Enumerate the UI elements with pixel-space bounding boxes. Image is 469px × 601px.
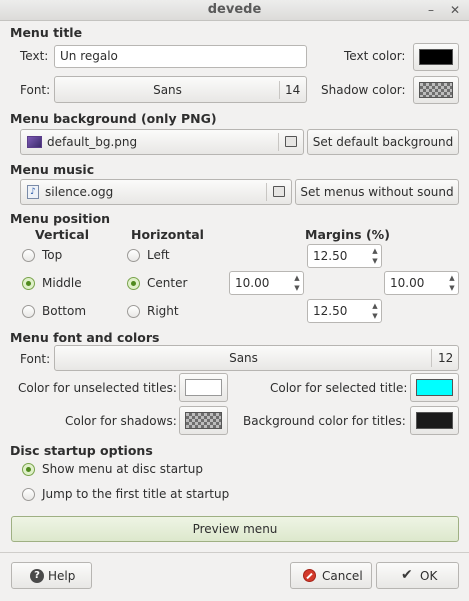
music-file-name: silence.ogg bbox=[45, 185, 114, 199]
menu-title-text-input[interactable]: Un regalo bbox=[54, 45, 307, 68]
set-default-background-button[interactable]: Set default background bbox=[307, 129, 459, 155]
chooser-divider bbox=[266, 183, 267, 201]
audio-file-icon: ♪ bbox=[27, 185, 39, 199]
menu-title-font-button[interactable]: Sans 14 bbox=[54, 76, 307, 103]
window-title: devede bbox=[207, 2, 262, 17]
font-divider bbox=[279, 81, 280, 99]
horizontal-left-label: Left bbox=[147, 248, 170, 262]
radio-show-menu[interactable] bbox=[22, 463, 35, 476]
shadows-color-swatch bbox=[185, 412, 222, 429]
music-file-chooser[interactable]: ♪ silence.ogg bbox=[20, 179, 292, 205]
image-file-icon bbox=[27, 136, 42, 148]
minimize-icon[interactable]: – bbox=[423, 2, 439, 18]
bg-titles-color-label: Background color for titles: bbox=[243, 414, 406, 428]
menu-background-header: Menu background (only PNG) bbox=[10, 111, 217, 126]
cancel-button[interactable]: Cancel bbox=[290, 562, 372, 589]
margin-top-value: 12.50 bbox=[313, 249, 348, 263]
cancel-label: Cancel bbox=[322, 569, 363, 583]
radio-horizontal-right[interactable] bbox=[127, 305, 140, 318]
menu-font-name: Sans bbox=[229, 351, 258, 365]
margin-right-spinner[interactable]: 10.00 ▲ ▼ bbox=[384, 271, 459, 295]
separator bbox=[0, 552, 469, 553]
radio-vertical-bottom[interactable] bbox=[22, 305, 35, 318]
close-icon[interactable]: ✕ bbox=[447, 2, 463, 18]
shadow-color-label: Shadow color: bbox=[321, 83, 406, 97]
shadow-color-swatch bbox=[419, 82, 453, 98]
menu-font-label: Font: bbox=[20, 352, 51, 366]
background-file-chooser[interactable]: default_bg.png bbox=[20, 129, 304, 155]
spin-arrows-icon[interactable]: ▲ ▼ bbox=[371, 246, 379, 266]
ok-button[interactable]: ✔ OK bbox=[376, 562, 459, 589]
margin-right-value: 10.00 bbox=[390, 276, 425, 290]
radio-jump-first-title[interactable] bbox=[22, 488, 35, 501]
bg-titles-color-swatch bbox=[416, 412, 453, 429]
horizontal-label: Horizontal bbox=[131, 227, 204, 242]
margin-bottom-value: 12.50 bbox=[313, 304, 348, 318]
cancel-slash bbox=[306, 572, 313, 580]
margin-left-spinner[interactable]: 10.00 ▲ ▼ bbox=[229, 271, 304, 295]
radio-horizontal-center[interactable] bbox=[127, 277, 140, 290]
margin-left-value: 10.00 bbox=[235, 276, 270, 290]
margin-top-spinner[interactable]: 12.50 ▲ ▼ bbox=[307, 244, 382, 268]
horizontal-center-label: Center bbox=[147, 276, 188, 290]
menu-font-size: 12 bbox=[438, 351, 454, 365]
margin-bottom-spinner[interactable]: 12.50 ▲ ▼ bbox=[307, 299, 382, 323]
cancel-icon bbox=[303, 569, 316, 582]
preview-menu-button[interactable]: Preview menu bbox=[11, 516, 459, 542]
shadow-color-button[interactable] bbox=[413, 76, 459, 104]
selected-color-button[interactable] bbox=[410, 373, 459, 402]
spin-arrows-icon[interactable]: ▲ ▼ bbox=[448, 273, 456, 293]
disc-startup-header: Disc startup options bbox=[10, 443, 153, 458]
text-color-button[interactable] bbox=[413, 43, 459, 71]
show-menu-label: Show menu at disc startup bbox=[42, 462, 203, 476]
shadows-color-button[interactable] bbox=[179, 406, 228, 435]
unselected-color-button[interactable] bbox=[179, 373, 228, 402]
ok-check-icon: ✔ bbox=[401, 567, 413, 583]
spin-arrows-icon[interactable]: ▲ ▼ bbox=[371, 301, 379, 321]
vertical-top-label: Top bbox=[42, 248, 63, 262]
font-name: Sans bbox=[153, 83, 182, 97]
text-label: Text: bbox=[20, 49, 49, 63]
text-color-swatch bbox=[419, 49, 453, 65]
unselected-color-swatch bbox=[185, 379, 222, 396]
horizontal-right-label: Right bbox=[147, 304, 179, 318]
ok-label: OK bbox=[420, 569, 438, 583]
bg-titles-color-button[interactable] bbox=[410, 406, 459, 435]
help-label: Help bbox=[48, 569, 76, 583]
font-size: 14 bbox=[285, 83, 301, 97]
radio-vertical-top[interactable] bbox=[22, 249, 35, 262]
font-divider bbox=[431, 349, 432, 367]
spin-arrows-icon[interactable]: ▲ ▼ bbox=[293, 273, 301, 293]
open-file-icon bbox=[285, 136, 297, 147]
margins-label: Margins (%) bbox=[305, 227, 390, 242]
background-file-name: default_bg.png bbox=[47, 135, 138, 149]
help-button[interactable]: ? Help bbox=[11, 562, 92, 589]
selected-color-swatch bbox=[416, 379, 453, 396]
vertical-bottom-label: Bottom bbox=[42, 304, 87, 318]
radio-vertical-middle[interactable] bbox=[22, 277, 35, 290]
jump-first-title-label: Jump to the first title at startup bbox=[42, 487, 230, 501]
menu-font-button[interactable]: Sans 12 bbox=[54, 345, 459, 371]
open-file-icon bbox=[273, 186, 285, 197]
text-color-label: Text color: bbox=[344, 49, 406, 63]
help-icon: ? bbox=[30, 569, 44, 583]
font-label: Font: bbox=[20, 83, 51, 97]
title-bar: devede – ✕ bbox=[0, 0, 469, 21]
shadows-color-label: Color for shadows: bbox=[65, 414, 177, 428]
radio-horizontal-left[interactable] bbox=[127, 249, 140, 262]
vertical-label: Vertical bbox=[35, 227, 90, 242]
set-menus-without-sound-button[interactable]: Set menus without sound bbox=[295, 179, 459, 205]
menu-music-header: Menu music bbox=[10, 162, 95, 177]
menu-position-header: Menu position bbox=[10, 211, 111, 226]
chooser-divider bbox=[278, 133, 279, 151]
selected-color-label: Color for selected title: bbox=[270, 381, 408, 395]
menu-font-colors-header: Menu font and colors bbox=[10, 330, 160, 345]
menu-title-header: Menu title bbox=[10, 25, 83, 40]
vertical-middle-label: Middle bbox=[42, 276, 82, 290]
unselected-color-label: Color for unselected titles: bbox=[18, 381, 177, 395]
